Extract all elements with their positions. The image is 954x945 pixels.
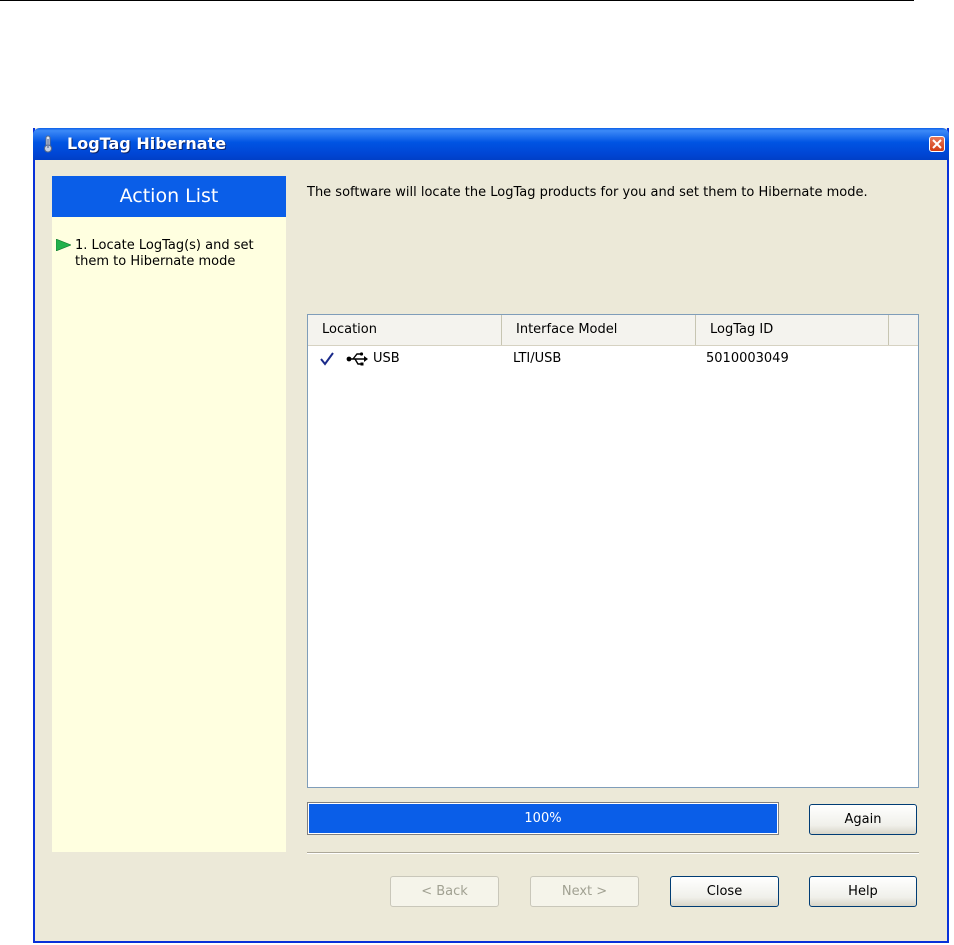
close-icon: [932, 139, 942, 149]
thermometer-app-icon: [44, 135, 52, 153]
action-list-item-label: 1. Locate LogTag(s) and set them to Hibe…: [75, 238, 254, 269]
action-list-panel: Action List 1. Locate LogTag(s) and set …: [52, 176, 286, 852]
column-header-interface-model[interactable]: Interface Model: [502, 315, 696, 345]
next-button[interactable]: Next >: [530, 876, 639, 907]
title-bar[interactable]: LogTag Hibernate: [33, 128, 949, 160]
usb-icon: [346, 352, 368, 366]
back-button[interactable]: < Back: [390, 876, 499, 907]
action-list-header: Action List: [52, 176, 286, 217]
cell-interface-model: LTI/USB: [513, 351, 562, 366]
button-separator: [307, 852, 919, 854]
cell-location: USB: [373, 351, 400, 366]
table-row[interactable]: USB LTI/USB 5010003049: [308, 349, 918, 369]
page-top-rule: [0, 0, 914, 1]
cell-logtag-id: 5010003049: [706, 351, 789, 366]
close-button[interactable]: Close: [670, 876, 779, 907]
column-header-location[interactable]: Location: [308, 315, 502, 345]
progress-label: 100%: [524, 811, 562, 826]
window-title: LogTag Hibernate: [67, 134, 227, 153]
help-button[interactable]: Help: [809, 876, 917, 907]
check-icon: [320, 352, 334, 366]
logtag-list[interactable]: Location Interface Model LogTag ID USB L…: [307, 314, 919, 788]
progress-bar: 100%: [307, 802, 779, 835]
list-header: Location Interface Model LogTag ID: [308, 315, 918, 346]
column-header-logtag-id[interactable]: LogTag ID: [696, 315, 889, 345]
dialog-window: LogTag Hibernate Action List 1. Locate L…: [33, 128, 949, 943]
window-close-button[interactable]: [929, 136, 945, 152]
current-step-arrow-icon: [56, 239, 71, 251]
instruction-text: The software will locate the LogTag prod…: [307, 185, 868, 200]
again-button[interactable]: Again: [809, 804, 917, 835]
